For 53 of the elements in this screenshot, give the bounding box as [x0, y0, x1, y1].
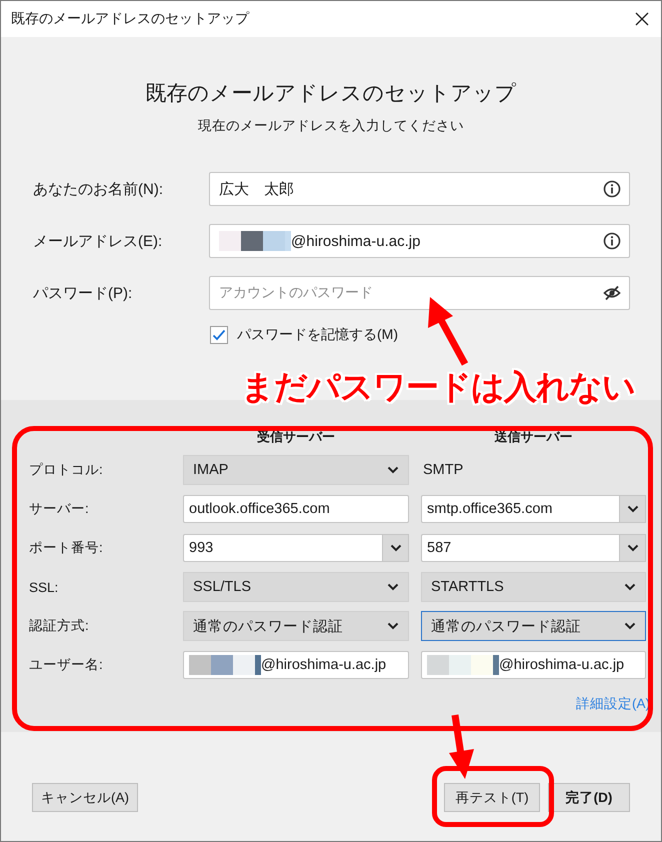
column-header: 送信サーバー [494, 428, 574, 446]
input-field[interactable]: outlook.office365.com [183, 495, 409, 523]
dropdown-button[interactable] [619, 495, 646, 523]
chevron-down-icon [626, 544, 638, 552]
setting-label: 認証方式: [29, 617, 90, 635]
dropdown-button[interactable] [619, 534, 646, 562]
setting-label: SSL: [29, 580, 60, 594]
info-icon[interactable] [603, 232, 621, 250]
dropdown-button[interactable] [382, 534, 409, 562]
field-label: あなたのお名前(N): [33, 180, 164, 198]
setting-label: サーバー: [29, 500, 90, 518]
chevron-down-icon [387, 583, 399, 591]
setting-label: ポート番号: [29, 539, 104, 557]
input-field[interactable]: 広大 太郎 [209, 172, 630, 206]
input-field[interactable]: 587 [421, 534, 619, 562]
input-field[interactable]: @hiroshima-u.ac.jp [209, 224, 630, 258]
chevron-down-icon [624, 583, 636, 591]
input-field[interactable]: 993 [183, 534, 382, 562]
redaction-block [427, 655, 499, 675]
chevron-down-icon [626, 505, 638, 513]
finish-button[interactable]: 完了(D) [548, 783, 630, 812]
close-icon[interactable] [635, 12, 649, 26]
field-label: パスワード(P): [33, 284, 134, 302]
dropdown[interactable]: IMAP [183, 455, 409, 485]
input-field[interactable]: @hiroshima-u.ac.jp [421, 651, 646, 679]
dropdown[interactable]: 通常のパスワード認証 [421, 611, 646, 641]
dialog-subheading: 現在のメールアドレスを入力してください [197, 117, 465, 135]
protocol-text: SMTP [422, 462, 464, 478]
window-title: 既存のメールアドレスのセットアップ [11, 10, 249, 28]
checkbox-label: パスワードを記憶する(M) [237, 326, 398, 344]
chevron-down-icon [624, 622, 636, 630]
dropdown[interactable]: SSL/TLS [183, 572, 409, 602]
input-field[interactable]: smtp.office365.com [421, 495, 619, 523]
setting-label: ユーザー名: [29, 656, 104, 674]
setting-label: プロトコル: [29, 461, 104, 479]
dropdown[interactable]: STARTTLS [421, 572, 646, 602]
annotation-text: まだパスワードは入れない [241, 367, 635, 407]
dropdown[interactable]: 通常のパスワード認証 [183, 611, 409, 641]
eye-slash-icon[interactable] [603, 284, 621, 302]
chevron-down-icon [387, 466, 399, 474]
retest-button[interactable]: 再テスト(T) [444, 783, 540, 812]
field-label: メールアドレス(E): [33, 232, 164, 250]
info-icon[interactable] [603, 180, 621, 198]
chevron-down-icon [387, 622, 399, 630]
input-field[interactable]: @hiroshima-u.ac.jp [183, 651, 409, 679]
dialog-heading: 既存のメールアドレスのセットアップ [144, 81, 518, 107]
redaction-block [189, 655, 261, 675]
redaction-block [219, 231, 291, 251]
checkbox[interactable] [210, 326, 228, 344]
chevron-down-icon [390, 544, 402, 552]
annotation-arrow [428, 297, 468, 366]
annotation-arrow [449, 714, 474, 779]
cancel-button[interactable]: キャンセル(A) [32, 783, 138, 812]
